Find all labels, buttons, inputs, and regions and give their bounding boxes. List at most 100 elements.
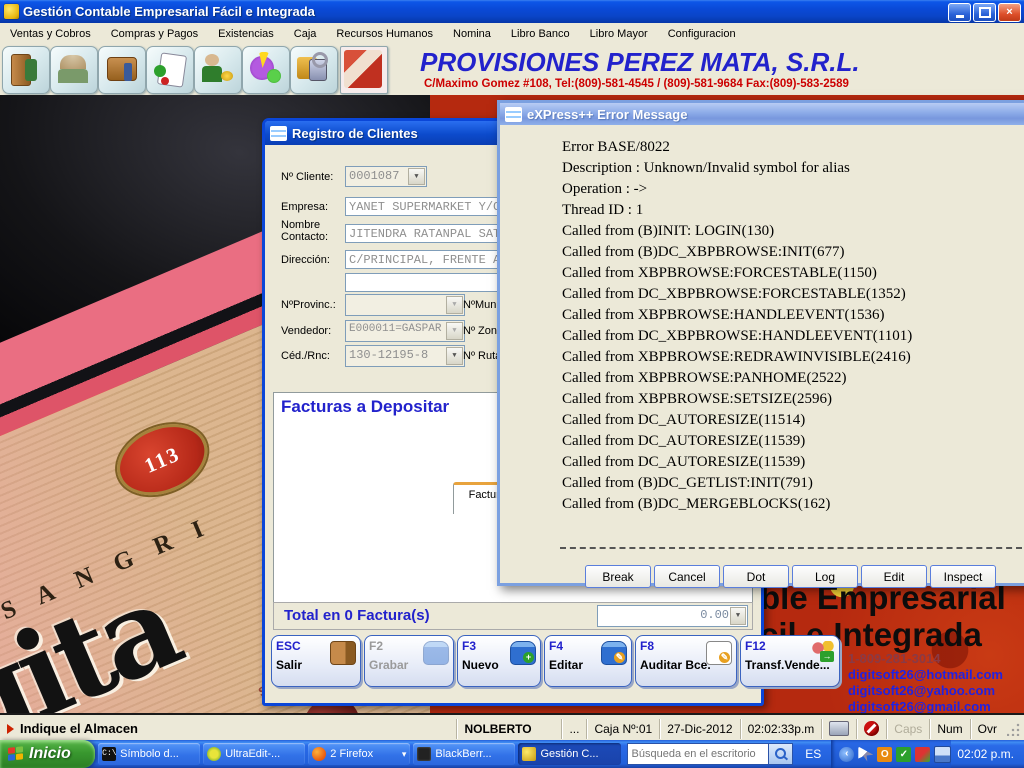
search-icon[interactable] <box>769 743 794 765</box>
checklist-icon[interactable] <box>146 46 194 94</box>
error-body: Error BASE/8022 Description : Unknown/In… <box>500 125 1024 583</box>
security-lock-icon[interactable] <box>290 46 338 94</box>
tray-cursor-icon[interactable] <box>858 747 873 762</box>
log-button[interactable]: Log <box>792 565 858 588</box>
municipio-label: NºMuni <box>463 299 499 311</box>
tray-collapse-icon[interactable]: ‹ <box>839 747 854 762</box>
salir-button[interactable]: ESCSalir <box>271 635 361 687</box>
menu-ventas-y-cobros[interactable]: Ventas y Cobros <box>0 25 101 43</box>
company-address: C/Maximo Gomez #108, Tel:(809)-581-4545 … <box>424 78 849 90</box>
cedula-dropdown-icon[interactable]: ▼ <box>446 347 463 365</box>
menu-libro-banco[interactable]: Libro Banco <box>501 25 580 43</box>
cashier-icon[interactable] <box>194 46 242 94</box>
status-num: Num <box>929 719 969 739</box>
provincia-label: NºProvinc.: <box>281 299 336 311</box>
no-entry-icon[interactable] <box>864 721 879 736</box>
printer-icon[interactable] <box>829 721 849 736</box>
status-caps: Caps <box>886 719 929 739</box>
error-line: Called from (B)DC_GETLIST:INIT(791) <box>562 475 813 492</box>
registro-title: Registro de Clientes <box>292 126 418 141</box>
toolbar: PROVISIONES PEREZ MATA, S.R.L. C/Maximo … <box>0 44 1024 95</box>
start-button[interactable]: Inicio <box>0 740 95 768</box>
separator <box>560 547 1022 549</box>
total-label: Total en 0 Factura(s) <box>284 607 430 624</box>
error-line: Called from XBPBROWSE:HANDLEEVENT(1536) <box>562 307 884 324</box>
contacts-icon[interactable] <box>50 46 98 94</box>
task-blackberry[interactable]: BlackBerr... <box>413 743 515 765</box>
cmd-icon: C:\ <box>102 747 116 761</box>
auditar-button[interactable]: F8Auditar Bce. ✎ <box>635 635 737 687</box>
error-line: Called from DC_AUTORESIZE(11514) <box>562 412 805 429</box>
language-indicator[interactable]: ES <box>805 747 821 761</box>
task-gestion-contable[interactable]: Gestión C... <box>518 743 620 765</box>
catalog-icon[interactable] <box>340 46 388 94</box>
cliente-combo[interactable]: 0001087 ▼ <box>345 166 427 187</box>
section-title: Facturas a Depositar <box>281 397 449 417</box>
cliente-label: Nº Cliente: <box>281 171 333 183</box>
transferir-vendedor-button[interactable]: F12Transf.Vende... → <box>740 635 840 687</box>
ruta-label: Nº Ruta <box>463 350 501 362</box>
error-line: Called from XBPBROWSE:PANHOME(2522) <box>562 370 846 387</box>
tools-icon[interactable] <box>242 46 290 94</box>
error-titlebar[interactable]: eXPress++ Error Message <box>500 103 1024 125</box>
nuevo-button[interactable]: F3Nuevo + <box>457 635 541 687</box>
grabar-button[interactable]: F2Grabar <box>364 635 454 687</box>
tray-openoffice-icon[interactable]: O <box>877 747 892 762</box>
company-name: PROVISIONES PEREZ MATA, S.R.L. <box>420 47 860 78</box>
error-line: Called from XBPBROWSE:FORCESTABLE(1150) <box>562 265 877 282</box>
error-line: Description : Unknown/Invalid symbol for… <box>562 160 850 177</box>
menu-recursos-humanos[interactable]: Recursos Humanos <box>326 25 443 43</box>
error-line: Called from (B)INIT: LOGIN(130) <box>562 223 774 240</box>
error-title: eXPress++ Error Message <box>527 107 687 122</box>
tray-app-icon[interactable] <box>915 747 930 762</box>
total-value-field[interactable]: 0.00 ▼ <box>597 605 748 627</box>
error-line: Called from XBPBROWSE:SETSIZE(2596) <box>562 391 832 408</box>
error-line: Called from DC_XBPBROWSE:FORCESTABLE(135… <box>562 286 906 303</box>
window-titlebar: Gestión Contable Empresarial Fácil e Int… <box>0 0 1024 23</box>
edit-button[interactable]: Edit <box>861 565 927 588</box>
menu-nomina[interactable]: Nomina <box>443 25 501 43</box>
task-ultraedit[interactable]: UltraEdit-... <box>203 743 305 765</box>
cliente-dropdown-icon[interactable]: ▼ <box>408 168 425 185</box>
vendedor-combo[interactable]: E000011=GASPAR A ▼ <box>345 320 465 342</box>
menu-configuracion[interactable]: Configuracion <box>658 25 746 43</box>
cedula-combo[interactable]: 130-12195-8 ▼ <box>345 345 465 367</box>
menu-compras-y-pagos[interactable]: Compras y Pagos <box>101 25 208 43</box>
provincia-combo[interactable]: ▼ <box>345 294 465 316</box>
minimize-button[interactable] <box>948 3 971 22</box>
menu-existencias[interactable]: Existencias <box>208 25 284 43</box>
total-dropdown-icon[interactable]: ▼ <box>730 607 746 625</box>
task-firefox-group[interactable]: 2 Firefox ▾ <box>308 743 410 765</box>
error-line: Operation : -> <box>562 181 647 198</box>
cedula-label: Céd./Rnc: <box>281 350 330 362</box>
tray-antivirus-icon[interactable]: ✓ <box>896 747 911 762</box>
cancel-button[interactable]: Cancel <box>654 565 720 588</box>
editar-button[interactable]: F4Editar ✎ <box>544 635 632 687</box>
tray-network-icon[interactable] <box>934 746 951 763</box>
audit-note-icon: ✎ <box>706 641 732 665</box>
dot-button[interactable]: Dot <box>723 565 789 588</box>
label-emblem: 113 <box>106 411 218 508</box>
status-user: NOLBERTO <box>456 719 561 739</box>
menu-caja[interactable]: Caja <box>284 25 327 43</box>
vendedor-dropdown-icon[interactable]: ▼ <box>446 322 463 340</box>
task-simbolo-sistema[interactable]: C:\ Símbolo d... <box>98 743 200 765</box>
taskbar: Inicio C:\ Símbolo d... UltraEdit-... 2 … <box>0 740 1024 768</box>
system-tray: ‹ O ✓ <box>831 740 951 768</box>
restore-button[interactable] <box>973 3 996 22</box>
close-button[interactable]: × <box>998 3 1021 22</box>
status-dots: ... <box>561 719 586 739</box>
menu-libro-mayor[interactable]: Libro Mayor <box>580 25 658 43</box>
inspect-button[interactable]: Inspect <box>930 565 996 588</box>
status-ovr: Ovr <box>970 719 1004 739</box>
chevron-down-icon[interactable]: ▾ <box>402 749 407 760</box>
provincia-dropdown-icon[interactable]: ▼ <box>446 296 463 314</box>
resize-grip[interactable] <box>1007 722 1021 736</box>
contacto-label: Nombre Contacto: <box>281 219 333 243</box>
briefcase-icon[interactable] <box>98 46 146 94</box>
break-button[interactable]: Break <box>585 565 651 588</box>
error-button-row: Break Cancel Dot Log Edit Inspect <box>585 565 996 588</box>
error-line: Called from (B)DC_MERGEBLOCKS(162) <box>562 496 830 513</box>
exit-door-icon[interactable] <box>2 46 50 94</box>
desktop-search-input[interactable] <box>627 743 769 765</box>
